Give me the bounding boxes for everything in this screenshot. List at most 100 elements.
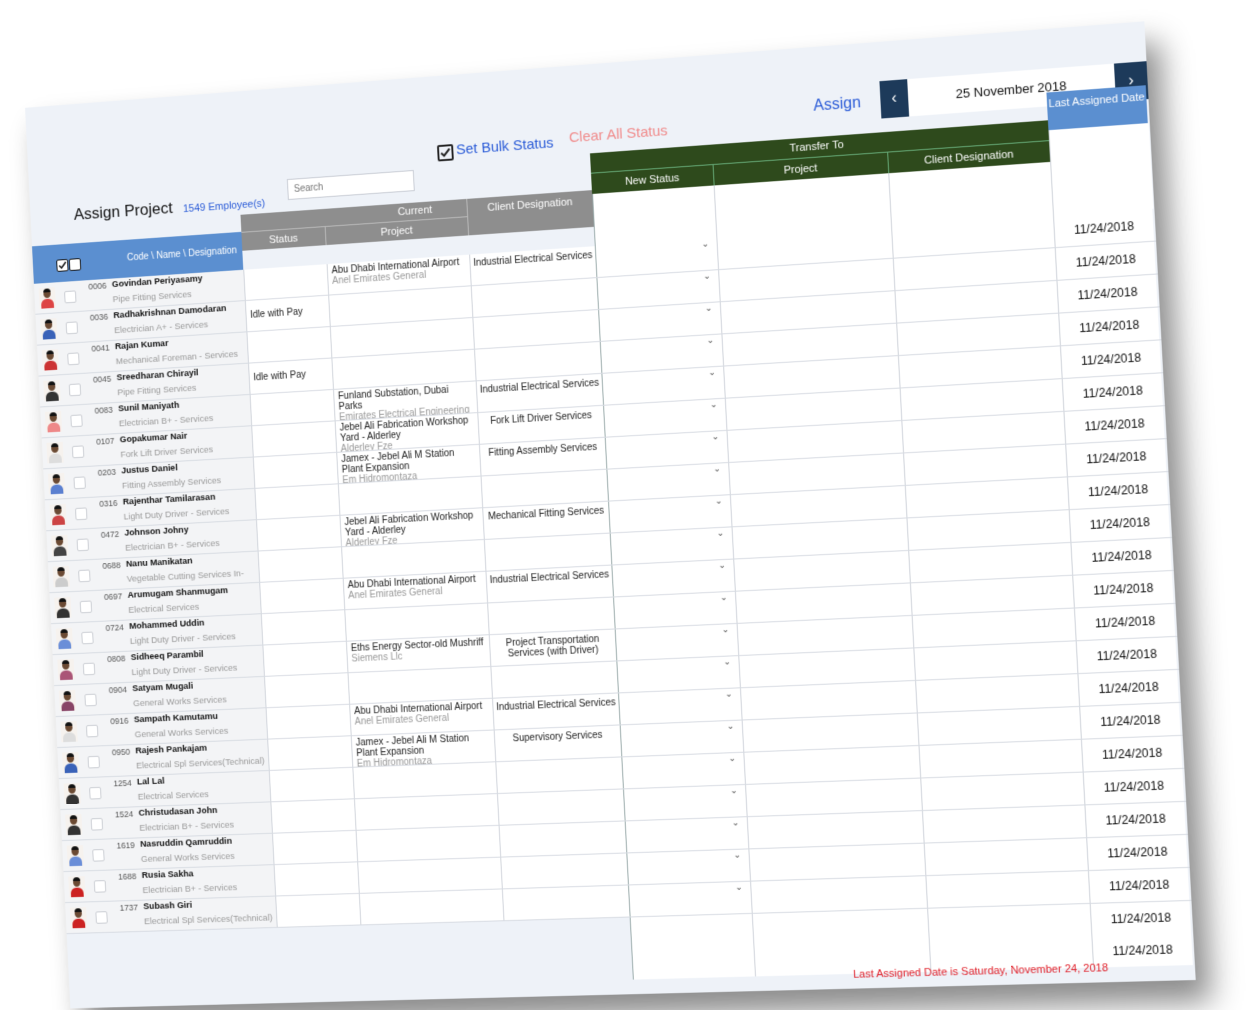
current-project: [352, 762, 497, 799]
transfer-client-designation-cell[interactable]: [920, 772, 1085, 811]
current-status: [254, 484, 340, 520]
avatar-hair: [58, 597, 67, 603]
row-checkbox[interactable]: [64, 290, 77, 304]
avatar-body: [56, 608, 70, 619]
row-checkbox[interactable]: [68, 383, 82, 397]
current-client-designation: Supervisory Services: [493, 725, 622, 762]
new-status-select[interactable]: ⌄: [616, 656, 740, 693]
chevron-down-icon: ⌄: [716, 527, 725, 538]
row-checkbox[interactable]: [81, 631, 94, 645]
clear-all-status-link[interactable]: Clear All Status: [569, 122, 668, 146]
new-status-select[interactable]: ⌄: [623, 784, 747, 821]
row-checkbox[interactable]: [82, 662, 96, 676]
new-status-select[interactable]: ⌄: [621, 752, 745, 789]
row-checkbox[interactable]: [65, 321, 79, 335]
bulk-status-checkbox[interactable]: [437, 144, 454, 162]
row-checkbox[interactable]: [93, 880, 107, 893]
row-checkbox[interactable]: [75, 507, 88, 521]
new-status-select[interactable]: ⌄: [613, 591, 737, 629]
previous-date-button[interactable]: ‹: [879, 79, 910, 119]
transfer-client-designation-cell[interactable]: [916, 706, 1081, 746]
transfer-project-cell[interactable]: [745, 778, 922, 817]
row-checkbox[interactable]: [84, 693, 97, 707]
employee-designation: General Works Services: [140, 851, 235, 865]
new-status-select[interactable]: ⌄: [618, 688, 742, 725]
transfer-project-cell[interactable]: [746, 811, 924, 849]
new-status-select[interactable]: ⌄: [626, 849, 751, 885]
set-bulk-status-link[interactable]: Set Bulk Status: [456, 135, 554, 158]
avatar: [43, 379, 61, 402]
avatar: [44, 410, 63, 433]
employee-name: Nanu Manikatan: [125, 555, 193, 570]
transfer-project-cell[interactable]: [743, 745, 921, 784]
new-status-select[interactable]: ⌄: [609, 527, 734, 565]
last-assigned-date: 11/24/2018: [1080, 735, 1183, 772]
avatar: [38, 287, 56, 309]
transfer-client-designation-cell[interactable]: [915, 674, 1080, 713]
current-project: [355, 825, 501, 862]
row-checkbox[interactable]: [92, 849, 105, 862]
new-status-select[interactable]: ⌄: [619, 720, 744, 757]
chevron-down-icon: ⌄: [721, 624, 730, 635]
row-checkbox[interactable]: [89, 786, 102, 800]
row-checkbox[interactable]: [76, 538, 89, 552]
row-checkbox[interactable]: [90, 817, 104, 831]
current-status: [259, 578, 345, 614]
last-assigned-date: 11/24/2018: [1070, 538, 1172, 575]
new-status-select[interactable]: ⌄: [611, 559, 735, 597]
avatar: [47, 472, 66, 495]
assign-button[interactable]: Assign: [813, 94, 861, 115]
avatar: [58, 689, 77, 712]
new-status-select[interactable]: ⌄: [606, 463, 730, 501]
last-assigned-date: 11/24/2018: [1089, 900, 1192, 936]
employee-name: Johnson Johny: [124, 524, 189, 539]
transfer-client-designation-cell[interactable]: [925, 871, 1090, 908]
row-checkbox[interactable]: [85, 724, 99, 738]
row-checkbox[interactable]: [67, 352, 80, 366]
new-status-select[interactable]: ⌄: [614, 623, 739, 661]
avatar-hair: [72, 877, 81, 882]
transfer-client-designation-cell[interactable]: [918, 739, 1083, 778]
deselect-all-checkbox[interactable]: [68, 258, 82, 272]
transfer-client-designation-cell[interactable]: [927, 903, 1092, 941]
employee-cell: 1737 Subash Giri Electrical Spl Services(T…: [65, 896, 277, 934]
avatar-hair: [50, 443, 59, 448]
new-status-select[interactable]: [629, 913, 754, 949]
last-assigned-date: 11/24/2018: [1066, 472, 1169, 510]
row-checkbox[interactable]: [78, 569, 91, 583]
new-status-select[interactable]: [631, 945, 756, 980]
row-checkbox[interactable]: [70, 414, 83, 428]
avatar: [55, 627, 74, 650]
chevron-down-icon: ⌄: [728, 753, 737, 764]
row-checkbox[interactable]: [95, 911, 108, 924]
avatar-body: [58, 639, 72, 650]
chevron-down-icon: ⌄: [719, 592, 728, 603]
transfer-project-cell[interactable]: [751, 908, 929, 946]
employee-count: 1549 Employee(s): [182, 197, 266, 216]
current-status: Idle with Pay: [244, 295, 330, 332]
transfer-project-cell[interactable]: [748, 843, 926, 881]
new-status-select[interactable]: ⌄: [628, 881, 752, 917]
transfer-project-cell[interactable]: [750, 876, 928, 913]
avatar-hair: [66, 753, 74, 758]
last-assigned-date: 11/24/2018: [1068, 505, 1170, 542]
row-checkbox[interactable]: [73, 476, 86, 490]
last-assigned-date: 11/24/2018: [1086, 834, 1188, 871]
new-status-select[interactable]: ⌄: [608, 495, 732, 533]
avatar: [51, 534, 69, 557]
last-assigned-date: 11/24/2018: [1061, 373, 1163, 411]
employee-code: 1737: [119, 902, 139, 913]
last-assigned-date: 11/24/2018: [1082, 768, 1185, 805]
avatar-hair: [55, 536, 64, 541]
search-input[interactable]: [286, 169, 415, 201]
row-checkbox[interactable]: [79, 600, 93, 614]
select-all-checkbox[interactable]: [56, 259, 68, 272]
last-assigned-date: 11/24/2018: [1087, 867, 1190, 903]
new-status-select[interactable]: ⌄: [624, 817, 749, 853]
transfer-client-designation-cell[interactable]: [923, 838, 1088, 876]
row-checkbox[interactable]: [87, 755, 100, 769]
row-checkbox[interactable]: [71, 445, 85, 459]
avatar: [41, 349, 60, 371]
current-status: [265, 704, 351, 739]
transfer-client-designation-cell[interactable]: [921, 805, 1087, 843]
